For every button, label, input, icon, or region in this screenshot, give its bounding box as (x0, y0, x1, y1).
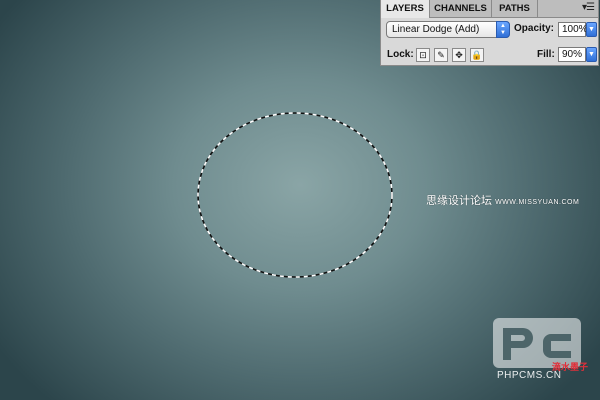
panel-tab-bar: LAYERS CHANNELS PATHS ▾☰ (381, 0, 598, 18)
lock-move-icon[interactable]: ✥ (452, 48, 466, 62)
tab-channels[interactable]: CHANNELS (430, 0, 492, 17)
tab-paths[interactable]: PATHS (492, 0, 538, 17)
opacity-label: Opacity: (514, 23, 555, 34)
fill-input[interactable]: 90% (558, 47, 586, 62)
blend-mode-stepper-icon: ▲ ▼ (496, 21, 510, 38)
tab-layers[interactable]: LAYERS (381, 0, 430, 18)
watermark-site-cn: 思缘设计论坛 (426, 195, 492, 207)
blend-mode-value: Linear Dodge (Add) (392, 24, 480, 35)
fill-label: Fill: (537, 49, 555, 60)
lock-transparent-icon[interactable]: ⊡ (416, 48, 430, 62)
panel-menu-icon[interactable]: ▾☰ (582, 2, 595, 13)
lock-label: Lock: (387, 49, 414, 60)
layers-panel: LAYERS CHANNELS PATHS ▾☰ Linear Dodge (A… (380, 0, 599, 66)
lock-all-icon[interactable]: 🔒 (470, 48, 484, 62)
lock-paint-icon[interactable]: ✎ (434, 48, 448, 62)
watermark-logo-url: PHPCMS.CN (497, 370, 562, 381)
opacity-dropdown-icon[interactable]: ▼ (586, 22, 597, 37)
watermark-site-url: WWW.MISSYUAN.COM (495, 199, 580, 206)
fill-dropdown-icon[interactable]: ▼ (586, 47, 597, 62)
opacity-input[interactable]: 100% (558, 22, 588, 37)
blend-mode-select[interactable]: Linear Dodge (Add) ▲ ▼ (386, 21, 510, 38)
watermark-site-text: 思缘设计论坛 WWW.MISSYUAN.COM (426, 192, 579, 208)
